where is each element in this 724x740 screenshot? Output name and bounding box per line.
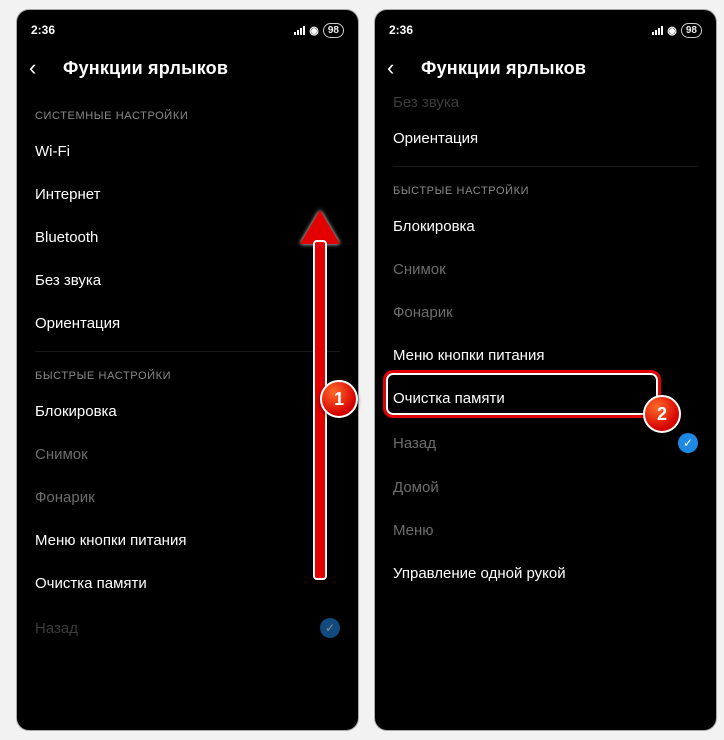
page-title: Функции ярлыков <box>415 58 704 79</box>
battery-indicator: 98 <box>681 23 702 38</box>
item-lock[interactable]: Блокировка <box>17 390 358 433</box>
item-menu[interactable]: Меню <box>375 509 716 552</box>
status-bar: 2:36 ◉ 98 <box>375 10 716 44</box>
signal-icon <box>294 25 305 35</box>
item-flashlight[interactable]: Фонарик <box>375 291 716 334</box>
item-clear-memory[interactable]: Очистка памяти <box>375 377 716 420</box>
page-header: ‹ Функции ярлыков <box>375 44 716 92</box>
item-no-sound-truncated[interactable]: Без звука <box>375 92 716 117</box>
phone-screen-right: 2:36 ◉ 98 ‹ Функции ярлыков Без звука Ор… <box>375 10 716 730</box>
status-time: 2:36 <box>31 23 55 37</box>
wifi-icon: ◉ <box>667 24 677 37</box>
section-quick-settings: БЫСТРЫЕ НАСТРОЙКИ <box>17 352 358 390</box>
check-icon: ✓ <box>320 618 340 638</box>
status-bar: 2:36 ◉ 98 <box>17 10 358 44</box>
section-quick-settings: БЫСТРЫЕ НАСТРОЙКИ <box>375 167 716 205</box>
check-icon: ✓ <box>678 433 698 453</box>
item-one-hand[interactable]: Управление одной рукой <box>375 552 716 595</box>
item-home[interactable]: Домой <box>375 466 716 509</box>
item-flashlight[interactable]: Фонарик <box>17 476 358 519</box>
status-time: 2:36 <box>389 23 413 37</box>
item-back[interactable]: Назад ✓ <box>375 420 716 466</box>
item-orientation[interactable]: Ориентация <box>375 117 716 160</box>
battery-indicator: 98 <box>323 23 344 38</box>
item-screenshot[interactable]: Снимок <box>375 248 716 291</box>
section-system-settings: СИСТЕМНЫЕ НАСТРОЙКИ <box>17 92 358 130</box>
item-lock[interactable]: Блокировка <box>375 205 716 248</box>
item-internet[interactable]: Интернет <box>17 173 358 216</box>
item-power-menu[interactable]: Меню кнопки питания <box>17 519 358 562</box>
page-title: Функции ярлыков <box>57 58 346 79</box>
item-orientation[interactable]: Ориентация <box>17 302 358 345</box>
item-power-menu-highlighted[interactable]: Меню кнопки питания <box>375 334 716 377</box>
item-wifi[interactable]: Wi-Fi <box>17 130 358 173</box>
back-icon[interactable]: ‹ <box>387 57 415 79</box>
signal-icon <box>652 25 663 35</box>
item-bluetooth[interactable]: Bluetooth <box>17 216 358 259</box>
phone-screen-left: 2:36 ◉ 98 ‹ Функции ярлыков СИСТЕМНЫЕ НА… <box>17 10 358 730</box>
item-screenshot[interactable]: Снимок <box>17 433 358 476</box>
item-clear-memory[interactable]: Очистка памяти <box>17 562 358 605</box>
page-header: ‹ Функции ярлыков <box>17 44 358 92</box>
back-icon[interactable]: ‹ <box>29 57 57 79</box>
item-no-sound[interactable]: Без звука <box>17 259 358 302</box>
wifi-icon: ◉ <box>309 24 319 37</box>
item-back[interactable]: Назад ✓ <box>17 605 358 651</box>
